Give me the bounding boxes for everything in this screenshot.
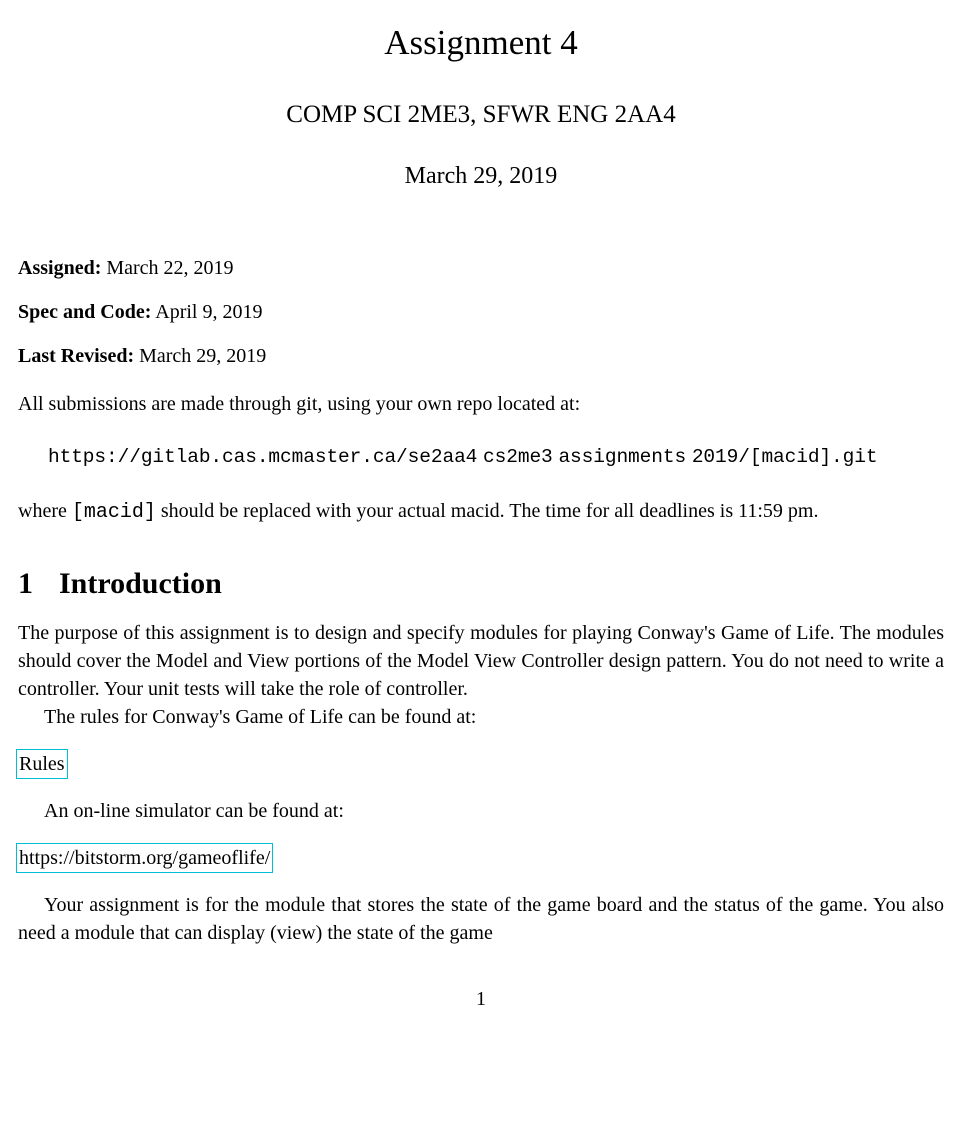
where-prefix: where <box>18 500 72 522</box>
revised-label: Last Revised: <box>18 345 134 367</box>
intro-para-1: The purpose of this assignment is to des… <box>18 619 944 703</box>
git-url: https://gitlab.cas.mcmaster.ca/se2aa4 cs… <box>48 444 944 471</box>
macid-token: [macid] <box>72 501 156 524</box>
section-heading: 1 Introduction <box>18 563 944 605</box>
intro-para-4: Your assignment is for the module that s… <box>18 891 944 947</box>
document-title: Assignment 4 <box>18 18 944 67</box>
assigned-value: March 22, 2019 <box>106 257 233 279</box>
section-number: 1 <box>18 563 33 605</box>
page-number: 1 <box>18 985 944 1013</box>
spec-value: April 9, 2019 <box>155 301 262 323</box>
simulator-link[interactable]: https://bitstorm.org/gameoflife/ <box>16 843 273 873</box>
spec-line: Spec and Code: April 9, 2019 <box>18 298 944 326</box>
git-url-mid2: assignments <box>558 446 686 468</box>
assigned-label: Assigned: <box>18 257 101 279</box>
revised-value: March 29, 2019 <box>139 345 266 367</box>
rules-link[interactable]: Rules <box>16 749 68 779</box>
section-title: Introduction <box>59 567 222 600</box>
assigned-line: Assigned: March 22, 2019 <box>18 254 944 282</box>
intro-para-2: The rules for Conway's Game of Life can … <box>18 703 944 731</box>
document-date: March 29, 2019 <box>18 160 944 194</box>
where-suffix: should be replaced with your actual maci… <box>156 500 819 522</box>
macid-paragraph: where [macid] should be replaced with yo… <box>18 497 944 527</box>
git-url-mid1: cs2me3 <box>483 446 553 468</box>
intro-para-3: An on-line simulator can be found at: <box>18 797 944 825</box>
git-url-suffix: 2019/[macid].git <box>692 446 878 468</box>
document-subtitle: COMP SCI 2ME3, SFWR ENG 2AA4 <box>18 97 944 132</box>
submission-intro: All submissions are made through git, us… <box>18 390 944 418</box>
git-url-prefix: https://gitlab.cas.mcmaster.ca/se2aa4 <box>48 446 477 468</box>
spec-label: Spec and Code: <box>18 301 151 323</box>
revised-line: Last Revised: March 29, 2019 <box>18 342 944 370</box>
